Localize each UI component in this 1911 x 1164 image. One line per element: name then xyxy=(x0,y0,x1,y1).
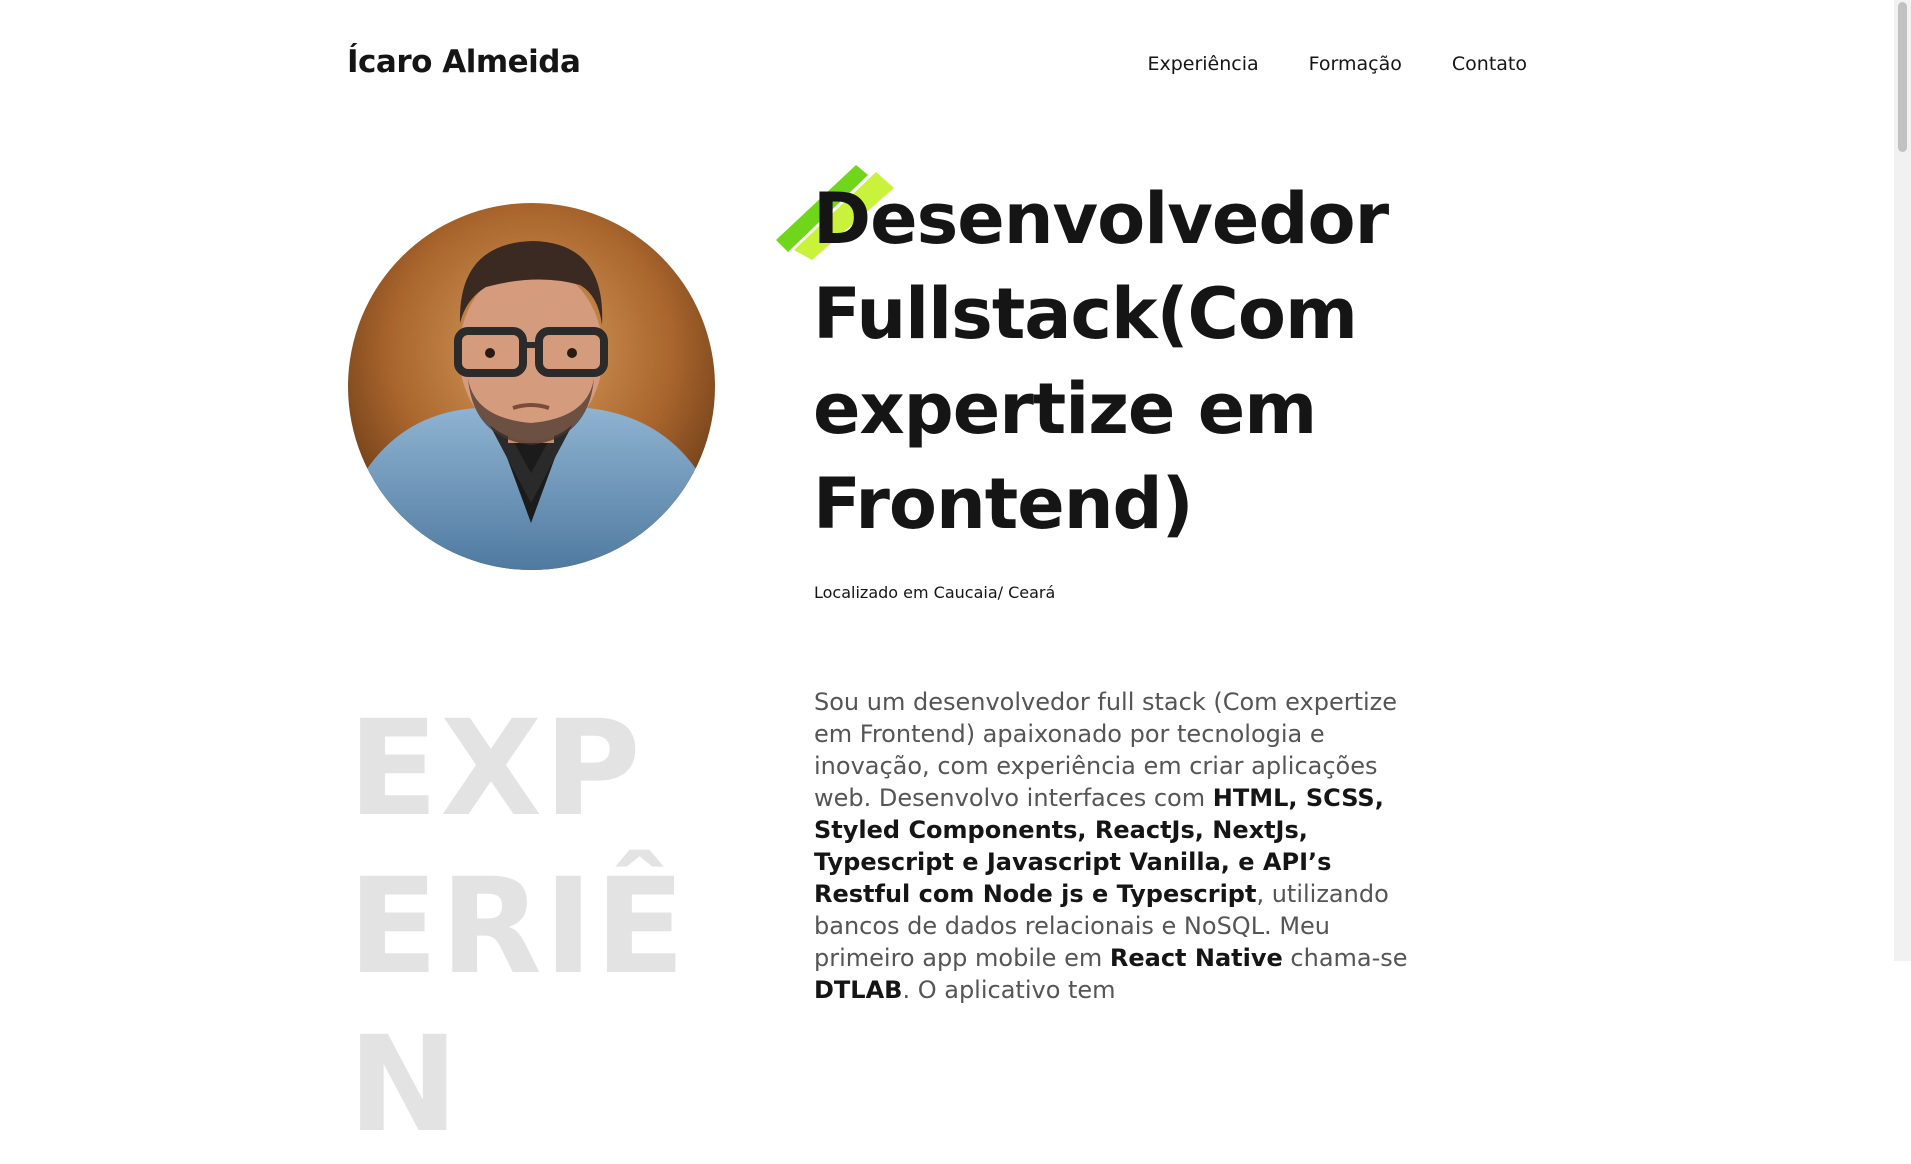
ghost-title-text: EXPERIÊN xyxy=(348,692,688,1162)
about-react-native: React Native xyxy=(1109,944,1283,972)
nav-item-formacao[interactable]: Formação xyxy=(1309,53,1402,75)
page-scrollbar[interactable] xyxy=(1894,0,1911,961)
about-text-3: chama-se xyxy=(1290,944,1408,972)
about-paragraph: Sou um desenvolvedor full stack (Com exp… xyxy=(814,686,1414,1006)
scrollbar-thumb[interactable] xyxy=(1898,2,1907,152)
profile-photo xyxy=(348,203,715,570)
brand-name[interactable]: Ícaro Almeida xyxy=(347,44,581,80)
nav-item-contato[interactable]: Contato xyxy=(1452,53,1527,75)
nav-item-experiencia[interactable]: Experiência xyxy=(1147,53,1258,75)
about-text-4: . O aplicativo tem xyxy=(902,976,1116,1004)
location-text: Localizado em Caucaia/ Ceará xyxy=(814,583,1056,602)
main-nav: Experiência Formação Contato xyxy=(1147,53,1527,75)
hero-title: Desenvolvedor Fullstack(Com expertize em… xyxy=(813,178,1389,545)
site-header: Ícaro Almeida Experiência Formação Conta… xyxy=(347,40,1527,90)
section-ghost-title: EXPERIÊN xyxy=(348,690,708,1164)
about-app-name: DTLAB xyxy=(814,976,903,1004)
